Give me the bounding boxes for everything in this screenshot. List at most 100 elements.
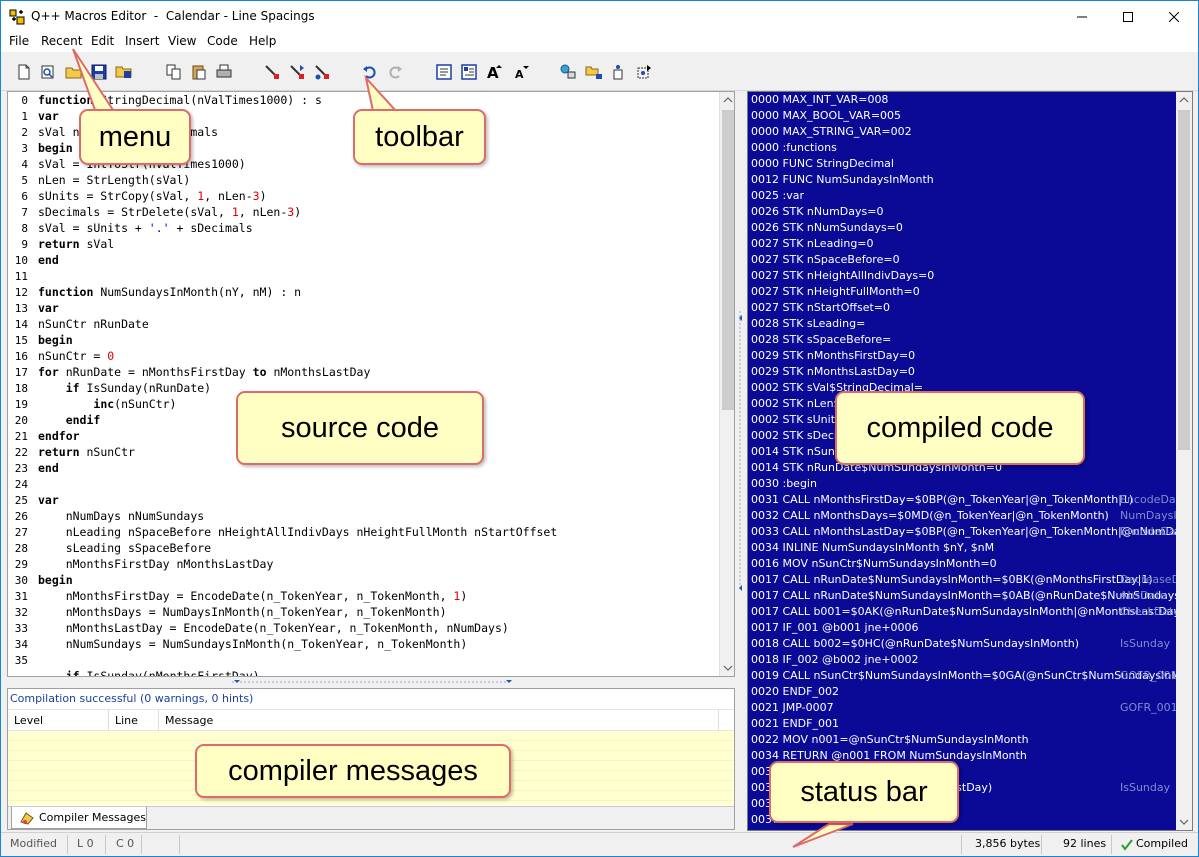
- code-line[interactable]: return sVal: [38, 237, 114, 251]
- network-icon[interactable]: [559, 63, 577, 81]
- code-line[interactable]: nLeading nSpaceBefore nHeightAllIndivDay…: [38, 525, 558, 539]
- column-line[interactable]: Line: [115, 714, 138, 727]
- settings-icon[interactable]: [635, 63, 653, 81]
- source-scrollbar[interactable]: [719, 92, 735, 676]
- code-line[interactable]: nSunCtr nRunDate: [38, 317, 149, 331]
- font-larger-icon[interactable]: A: [486, 63, 504, 81]
- compile-run-icon[interactable]: [288, 63, 306, 81]
- code-line[interactable]: return nSunCtr: [38, 445, 135, 459]
- scroll-down-icon[interactable]: [720, 660, 735, 676]
- scroll-down-icon[interactable]: [1176, 814, 1192, 830]
- code-line[interactable]: begin: [38, 573, 73, 587]
- scroll-thumb[interactable]: [1178, 110, 1190, 450]
- menu-file[interactable]: File: [9, 34, 29, 48]
- tab-compiler-messages[interactable]: Compiler Messages: [11, 807, 147, 829]
- compiled-line: 0022 MOV n001=@nSunCtr$NumSundaysInMonth: [751, 733, 1029, 746]
- source-editor[interactable]: 0 1 2 3 4 5 6 7 8 9 10 11 12 13 14 15 16…: [7, 91, 735, 677]
- maximize-button[interactable]: [1105, 1, 1151, 32]
- menu-edit[interactable]: Edit: [91, 34, 114, 48]
- code-line[interactable]: sVal = sUnits + '.' + sDecimals: [38, 221, 253, 235]
- code-line[interactable]: begin: [38, 333, 73, 347]
- code-line[interactable]: end: [38, 253, 59, 267]
- app-icon: [9, 9, 25, 25]
- code-line[interactable]: sDecimals = StrDelete(sVal, 1, nLen-3): [38, 205, 301, 219]
- print-icon[interactable]: [215, 63, 233, 81]
- folder-tree-icon[interactable]: [585, 63, 603, 81]
- code-line[interactable]: end: [38, 461, 59, 475]
- callout-status-bar: status bar: [769, 761, 959, 823]
- compiled-comment: CheckDate: [1120, 605, 1181, 618]
- copy-icon[interactable]: [165, 63, 183, 81]
- code-line[interactable]: var: [38, 109, 59, 123]
- code-line[interactable]: endif: [38, 413, 101, 427]
- code-line[interactable]: sLeading sSpaceBefore: [38, 541, 211, 555]
- layout-right-icon[interactable]: [460, 63, 478, 81]
- compile-icon[interactable]: [263, 63, 281, 81]
- code-line[interactable]: if IsSunday(nMonthsFirstDay): [38, 669, 260, 676]
- vertical-splitter[interactable]: [736, 91, 746, 831]
- line-number: 16: [14, 350, 28, 363]
- menu-code[interactable]: Code: [207, 34, 238, 48]
- compiled-line: 0026 STK nNumSundays=0: [751, 221, 903, 234]
- splitter-grip-icon: [232, 680, 512, 683]
- code-line[interactable]: function NumSundaysInMonth(nY, nM) : n: [38, 285, 301, 299]
- undo-icon[interactable]: [361, 63, 379, 81]
- open-folder-icon[interactable]: [65, 63, 83, 81]
- code-line[interactable]: nMonthsDays = NumDaysInMonth(n_TokenYear…: [38, 605, 447, 619]
- line-number: 0: [21, 94, 28, 107]
- line-number: 12: [14, 286, 28, 299]
- scroll-up-icon[interactable]: [720, 92, 735, 108]
- close-button[interactable]: [1151, 1, 1197, 32]
- code-line[interactable]: begin: [38, 141, 73, 155]
- column-level[interactable]: Level: [14, 714, 43, 727]
- code-line[interactable]: nMonthsLastDay = EncodeDate(n_TokenYear,…: [38, 621, 509, 635]
- code-line[interactable]: var: [38, 493, 59, 507]
- scroll-thumb[interactable]: [722, 110, 734, 410]
- menu-recent[interactable]: Recent: [41, 34, 82, 48]
- window-title: Q++ Macros Editor - Calendar - Line Spac…: [31, 9, 315, 23]
- code-line[interactable]: sUnits = StrCopy(sVal, 1, nLen-3): [38, 189, 267, 203]
- line-number: 26: [14, 510, 28, 523]
- code-line[interactable]: function StringDecimal(nValTimes1000) : …: [38, 93, 322, 107]
- layout-left-icon[interactable]: [435, 63, 453, 81]
- code-line[interactable]: nSunCtr = 0: [38, 349, 114, 363]
- menu-insert[interactable]: Insert: [125, 34, 159, 48]
- check-icon: [1121, 839, 1133, 851]
- status-column: C 0: [116, 837, 135, 850]
- code-line[interactable]: var: [38, 301, 59, 315]
- compiled-comment: AbsDate: [1120, 589, 1167, 602]
- status-bar: Modified L 0 C 0 3,856 bytes 92 lines Co…: [1, 832, 1198, 856]
- save-all-icon[interactable]: [115, 63, 133, 81]
- menu-help[interactable]: Help: [249, 34, 276, 48]
- paste-icon[interactable]: [190, 63, 208, 81]
- redo-icon[interactable]: [386, 63, 404, 81]
- compiled-scrollbar[interactable]: [1176, 92, 1192, 830]
- code-line[interactable]: endfor: [38, 429, 80, 443]
- code-line[interactable]: inc(nSunCtr): [38, 397, 176, 411]
- code-line[interactable]: nNumDays nNumSundays: [38, 509, 204, 523]
- code-line[interactable]: for nRunDate = nMonthsFirstDay to nMonth…: [38, 365, 370, 379]
- title-bar[interactable]: Q++ Macros Editor - Calendar - Line Spac…: [1, 1, 1198, 32]
- debug-icon[interactable]: [610, 63, 628, 81]
- menu-view[interactable]: View: [168, 34, 196, 48]
- compiled-line: 0028 STK sLeading=: [751, 317, 866, 330]
- font-smaller-icon[interactable]: A: [512, 63, 530, 81]
- code-line[interactable]: nLen = StrLength(sVal): [38, 173, 190, 187]
- compiled-line: 0027 STK nSpaceBefore=0: [751, 253, 900, 266]
- line-number: 31: [14, 590, 28, 603]
- minimize-button[interactable]: [1059, 1, 1105, 32]
- code-line[interactable]: nMonthsFirstDay nMonthsLastDay: [38, 557, 274, 571]
- save-icon[interactable]: [90, 63, 108, 81]
- code-line[interactable]: if IsSunday(nRunDate): [38, 381, 211, 395]
- code-line[interactable]: nNumSundays = NumSundaysInMonth(n_TokenY…: [38, 637, 468, 651]
- line-number: 18: [14, 382, 28, 395]
- compile-check-icon[interactable]: [313, 63, 331, 81]
- column-message[interactable]: Message: [165, 714, 213, 727]
- open-template-icon[interactable]: [39, 63, 57, 81]
- new-file-icon[interactable]: [15, 63, 33, 81]
- compiled-line: 0016 MOV nSunCtr$NumSundaysInMonth=0: [751, 557, 997, 570]
- line-number: 11: [14, 270, 28, 283]
- horizontal-splitter[interactable]: [7, 678, 735, 688]
- scroll-up-icon[interactable]: [1176, 92, 1192, 108]
- code-line[interactable]: nMonthsFirstDay = EncodeDate(n_TokenYear…: [38, 589, 468, 603]
